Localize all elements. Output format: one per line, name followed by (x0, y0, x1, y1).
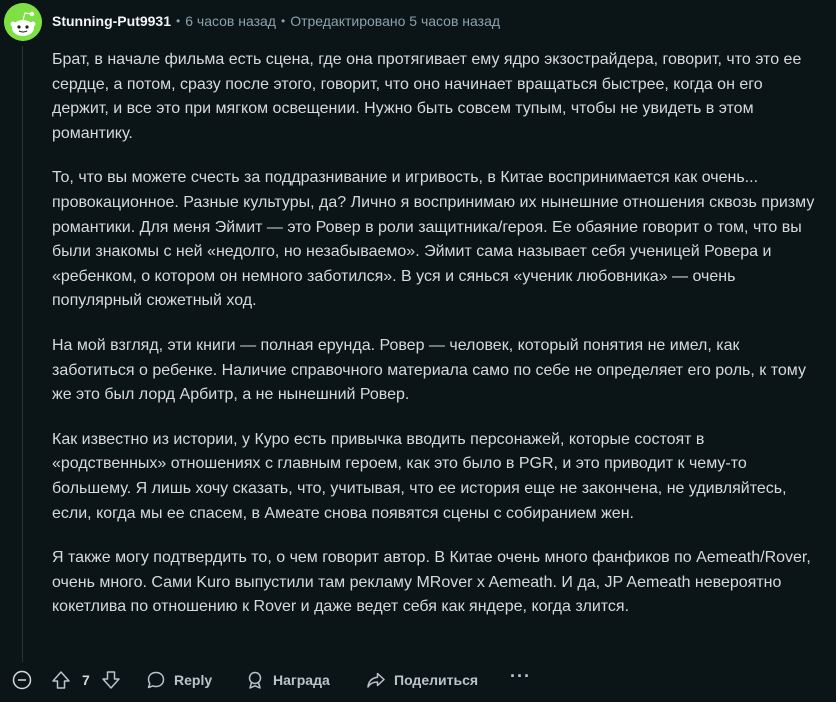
more-options-button[interactable]: ··· (510, 666, 531, 687)
arrow-up-icon (52, 671, 70, 689)
comment: Stunning-Put9931 • 6 часов назад • Отред… (0, 0, 836, 702)
share-button[interactable]: Поделиться (366, 668, 478, 692)
share-label: Поделиться (394, 672, 479, 688)
meta-separator: • (280, 14, 286, 28)
comment-paragraph: Как известно из истории, у Куро есть при… (52, 430, 787, 522)
comment-paragraph: На мой взгляд, эти книги — полная ерунда… (52, 336, 806, 404)
award-icon (248, 671, 262, 689)
comment-body: Брат, в начале фильма есть сцена, где он… (52, 48, 822, 640)
avatar[interactable] (4, 3, 42, 41)
arrow-down-icon (102, 671, 120, 689)
share-arrow-icon (367, 672, 385, 688)
comment-header: Stunning-Put9931 • 6 часов назад • Отред… (52, 11, 500, 31)
thread-line[interactable] (22, 46, 23, 662)
award-button[interactable]: Награда (245, 668, 330, 692)
vote-control: 7 (50, 668, 122, 692)
upvote-button[interactable] (50, 669, 72, 691)
comment-paragraph: Я также могу подтвердить то, о чем говор… (52, 549, 811, 616)
author-name[interactable]: Stunning-Put9931 (52, 13, 171, 29)
reply-label: Reply (174, 672, 213, 688)
award-label: Награда (273, 672, 330, 688)
reply-button[interactable]: Reply (146, 668, 212, 692)
speech-bubble-icon (147, 671, 165, 689)
vote-count: 7 (82, 672, 90, 688)
meta-separator: • (176, 14, 181, 28)
comment-paragraph: То, что вы можете счесть за поддразниван… (52, 169, 815, 310)
minus-circle-icon (12, 670, 32, 690)
snoo-avatar-icon (4, 3, 42, 41)
comment-paragraph: Брат, в начале фильма есть сцена, где он… (52, 51, 802, 142)
downvote-button[interactable] (100, 669, 122, 691)
posted-time: 6 часов назад (185, 13, 276, 29)
collapse-button[interactable] (12, 670, 32, 690)
edited-time: Отредактировано 5 часов назад (290, 13, 501, 29)
